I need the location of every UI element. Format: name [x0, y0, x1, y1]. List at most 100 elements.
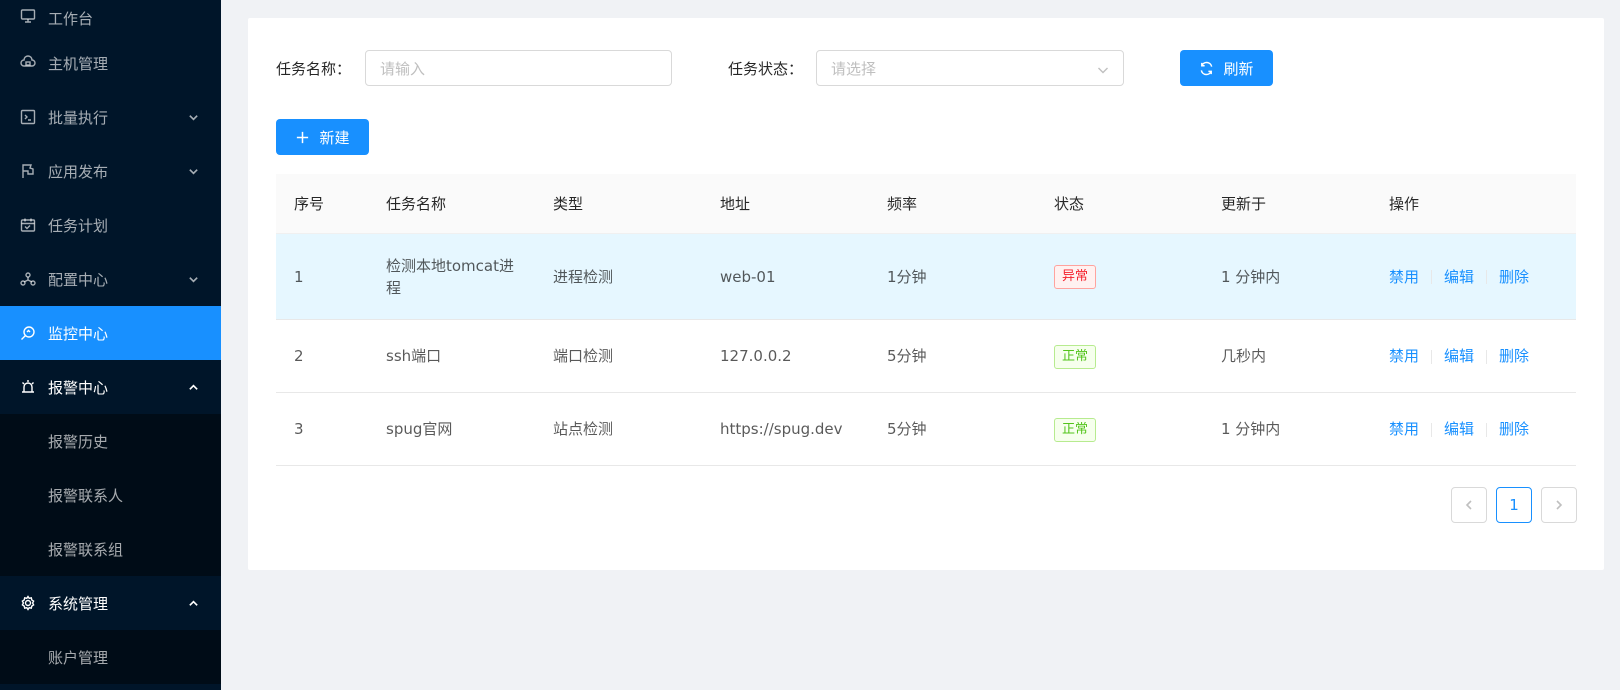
table-row: 1 检测本地tomcat进程 进程检测 web-01 1分钟 异常 1 分钟内 … [276, 234, 1576, 320]
chevron-down-icon [187, 273, 199, 285]
cell-updated: 1 分钟内 [1221, 420, 1281, 438]
chevron-up-icon [187, 597, 199, 609]
alarm-icon [20, 379, 36, 395]
chevron-right-icon [1556, 500, 1563, 510]
sidebar-item-label: 配置中心 [48, 270, 109, 289]
col-header-updated: 更新于 [1221, 194, 1267, 213]
monitor-table: 序号 任务名称 类型 地址 频率 状态 更新于 操作 1 检测本地tomcat进… [276, 174, 1576, 466]
task-name-placeholder: 请输入 [380, 59, 426, 78]
code-icon [20, 109, 36, 125]
sidebar-item-batch-exec[interactable]: 批量执行 [0, 90, 221, 144]
sidebar-item-label: 报警联系人 [48, 486, 124, 505]
cell-addr: web-01 [720, 267, 776, 286]
cell-name: spug官网 [386, 420, 453, 438]
status-badge: 异常 [1054, 265, 1097, 289]
cell-name: 检测本地tomcat进程 [386, 256, 514, 297]
sidebar-item-schedule[interactable]: 任务计划 [0, 198, 221, 252]
chevron-left-icon [1465, 500, 1472, 510]
divider [1431, 349, 1433, 364]
cell-status: 异常 [1036, 264, 1203, 289]
monitor-search-icon [20, 325, 36, 341]
disable-link[interactable]: 禁用 [1389, 268, 1419, 286]
divider [1431, 422, 1433, 437]
table-header: 序号 任务名称 类型 地址 频率 状态 更新于 操作 [276, 174, 1576, 234]
cell-name: ssh端口 [386, 347, 442, 365]
disable-link[interactable]: 禁用 [1389, 347, 1419, 365]
cell-actions: 禁用 编辑 删除 [1371, 418, 1576, 440]
edit-link[interactable]: 编辑 [1444, 420, 1474, 438]
task-name-input[interactable]: 请输入 [365, 50, 672, 86]
cell-no: 3 [294, 420, 304, 438]
refresh-button[interactable]: 刷新 [1180, 50, 1273, 86]
sidebar-item-label: 报警历史 [48, 432, 109, 451]
sidebar-item-label: 任务计划 [48, 216, 109, 235]
delete-link[interactable]: 删除 [1499, 347, 1529, 365]
new-button[interactable]: 新建 [276, 119, 369, 155]
page-number: 1 [1509, 496, 1519, 514]
task-status-label: 任务状态： [728, 60, 804, 78]
cell-actions: 禁用 编辑 删除 [1371, 345, 1576, 367]
chevron-down-icon [187, 111, 199, 123]
status-badge: 正常 [1054, 344, 1097, 369]
sidebar: 工作台 主机管理 批量执行 应用发布 任务计划 配置中心 监控中心 报警中心 报… [0, 0, 221, 690]
cell-status: 正常 [1036, 344, 1203, 369]
sidebar-item-label: 监控中心 [48, 324, 109, 343]
cell-actions: 禁用 编辑 删除 [1371, 266, 1576, 288]
table-row: 3 spug官网 站点检测 https://spug.dev 5分钟 正常 1 … [276, 393, 1576, 466]
divider [1431, 270, 1433, 284]
edit-link[interactable]: 编辑 [1444, 347, 1474, 365]
sidebar-item-label: 批量执行 [48, 108, 109, 127]
col-header-no: 序号 [294, 194, 325, 213]
cell-type: 进程检测 [553, 267, 614, 286]
cloud-server-icon [20, 55, 36, 71]
sidebar-item-accounts[interactable]: 账户管理 [0, 630, 221, 684]
task-status-select[interactable]: 请选择 [816, 50, 1124, 86]
col-header-type: 类型 [553, 194, 584, 213]
desktop-icon [20, 8, 36, 24]
sidebar-item-system[interactable]: 系统管理 [0, 576, 221, 630]
cluster-icon [20, 271, 36, 287]
table-row: 2 ssh端口 端口检测 127.0.0.2 5分钟 正常 几秒内 禁用 编辑 删除 [276, 320, 1576, 393]
col-header-name: 任务名称 [386, 194, 447, 213]
cell-addr: 127.0.0.2 [720, 347, 792, 365]
divider [1486, 349, 1488, 364]
divider [1486, 270, 1488, 284]
disable-link[interactable]: 禁用 [1389, 420, 1419, 438]
sidebar-item-alarm-groups[interactable]: 报警联系组 [0, 522, 221, 576]
delete-link[interactable]: 删除 [1499, 420, 1529, 438]
sidebar-item-label: 系统管理 [48, 594, 109, 613]
sidebar-item-hosts[interactable]: 主机管理 [0, 36, 221, 90]
cell-updated: 几秒内 [1221, 347, 1267, 365]
task-name-label: 任务名称： [276, 60, 352, 78]
refresh-label: 刷新 [1223, 59, 1254, 78]
next-page-button[interactable] [1541, 487, 1577, 523]
sidebar-item-alarm-history[interactable]: 报警历史 [0, 414, 221, 468]
sidebar-item-monitor[interactable]: 监控中心 [0, 306, 221, 360]
edit-link[interactable]: 编辑 [1444, 268, 1474, 286]
sidebar-item-label: 账户管理 [48, 648, 109, 667]
sidebar-item-deploy[interactable]: 应用发布 [0, 144, 221, 198]
alarm-submenu: 报警历史 报警联系人 报警联系组 [0, 414, 221, 576]
col-header-actions: 操作 [1389, 194, 1420, 213]
col-header-addr: 地址 [720, 194, 751, 213]
sidebar-item-label: 应用发布 [48, 162, 109, 181]
cell-freq: 5分钟 [887, 347, 927, 365]
cell-type: 站点检测 [553, 420, 614, 438]
chevron-down-icon [1097, 62, 1109, 74]
flag-icon [20, 163, 36, 179]
sidebar-item-config[interactable]: 配置中心 [0, 252, 221, 306]
task-status-placeholder: 请选择 [831, 59, 877, 78]
sidebar-item-alarm[interactable]: 报警中心 [0, 360, 221, 414]
cell-status: 正常 [1036, 417, 1203, 442]
sidebar-item-dashboard[interactable]: 工作台 [0, 0, 221, 36]
cell-updated: 1 分钟内 [1221, 267, 1281, 286]
chevron-up-icon [187, 381, 199, 393]
page-1-button[interactable]: 1 [1496, 487, 1532, 523]
delete-link[interactable]: 删除 [1499, 268, 1529, 286]
system-submenu: 账户管理 [0, 630, 221, 684]
chevron-down-icon [187, 165, 199, 177]
sidebar-item-alarm-contacts[interactable]: 报警联系人 [0, 468, 221, 522]
new-label: 新建 [319, 128, 350, 147]
sidebar-item-label: 报警联系组 [48, 540, 124, 559]
prev-page-button[interactable] [1451, 487, 1487, 523]
